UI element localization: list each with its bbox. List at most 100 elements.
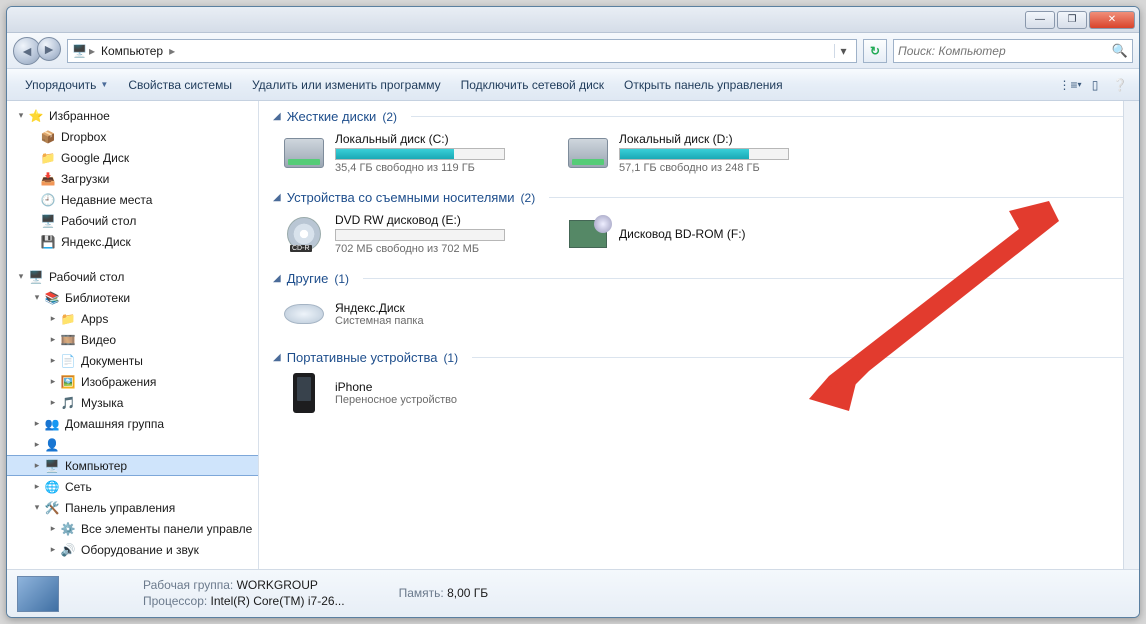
homegroup-node[interactable]: ▸👥Домашняя группа — [7, 413, 258, 434]
sidebar-item-documents[interactable]: ▸📄Документы — [7, 350, 258, 371]
collapse-icon[interactable]: ▾ — [31, 292, 43, 303]
sidebar-item-dropbox[interactable]: 📦Dropbox — [7, 126, 258, 147]
titlebar: — ❐ ✕ — [7, 7, 1139, 33]
view-options-icon[interactable]: ⋮≡▾ — [1059, 74, 1081, 96]
collapse-icon: ◢ — [273, 352, 281, 363]
user-icon: 👤 — [43, 437, 61, 453]
details-pane: Рабочая группа: WORKGROUP Процессор: Int… — [7, 569, 1139, 617]
collapse-icon[interactable]: ▾ — [15, 110, 27, 121]
forward-button[interactable]: ► — [37, 37, 61, 61]
collapse-icon[interactable]: ▾ — [15, 271, 27, 282]
search-icon: 🔍 — [1112, 43, 1128, 59]
group-header-portable[interactable]: ◢ Портативные устройства (1) — [273, 350, 1125, 365]
organize-menu[interactable]: Упорядочить▼ — [15, 74, 118, 96]
breadcrumb-sep: ▸ — [87, 44, 97, 58]
minimize-button[interactable]: — — [1025, 11, 1055, 29]
desktop-icon: 🖥️ — [27, 269, 45, 285]
preview-pane-icon[interactable]: ▯ — [1084, 74, 1106, 96]
capacity-bar — [335, 229, 505, 241]
uninstall-change-program[interactable]: Удалить или изменить программу — [242, 74, 451, 96]
body: ▾ ⭐ Избранное 📦Dropbox 📁Google Диск 📥Заг… — [7, 101, 1139, 569]
close-button[interactable]: ✕ — [1089, 11, 1135, 29]
group-other: ◢ Другие (1) Яндекс.Диск Системная папка — [273, 271, 1125, 336]
capacity-bar — [335, 148, 505, 160]
navbar: ◄ ► 🖥️ ▸ Компьютер ▸ ▾ ↻ 🔍 — [7, 33, 1139, 69]
group-portable: ◢ Портативные устройства (1) iPhone Пере… — [273, 350, 1125, 415]
breadcrumb-sep: ▸ — [167, 44, 177, 58]
breadcrumb-root[interactable]: Компьютер — [97, 44, 167, 58]
search-input[interactable] — [898, 44, 1112, 58]
cd-icon: CD-R — [287, 217, 321, 251]
group-removable: ◢ Устройства со съемными носителями (2) … — [273, 190, 1125, 257]
hdd-icon — [568, 138, 608, 168]
cp-hardware-sound[interactable]: ▸🔊Оборудование и звук — [7, 539, 258, 560]
capacity-bar — [619, 148, 789, 160]
star-icon: ⭐ — [27, 108, 45, 124]
sidebar-item-downloads[interactable]: 📥Загрузки — [7, 168, 258, 189]
group-header-removable[interactable]: ◢ Устройства со съемными носителями (2) — [273, 190, 1125, 205]
group-hard-drives: ◢ Жесткие диски (2) Локальный диск (C:) … — [273, 109, 1125, 176]
address-dropdown[interactable]: ▾ — [834, 44, 852, 58]
drive-d[interactable]: Локальный диск (D:) 57,1 ГБ свободно из … — [565, 130, 825, 176]
drive-f-bdrom[interactable]: Дисковод BD-ROM (F:) — [565, 211, 825, 257]
desktop-icon: 🖥️ — [39, 213, 57, 229]
network-node[interactable]: ▸🌐Сеть — [7, 476, 258, 497]
favorites-node[interactable]: ▾ ⭐ Избранное — [7, 105, 258, 126]
computer-icon: 🖥️ — [72, 44, 87, 58]
drive-c[interactable]: Локальный диск (C:) 35,4 ГБ свободно из … — [281, 130, 541, 176]
sidebar-item-music[interactable]: ▸🎵Музыка — [7, 392, 258, 413]
sidebar-item-pictures[interactable]: ▸🖼️Изображения — [7, 371, 258, 392]
hardware-icon: 🔊 — [59, 542, 77, 558]
computer-large-icon — [17, 576, 59, 612]
explorer-window: — ❐ ✕ ◄ ► 🖥️ ▸ Компьютер ▸ ▾ ↻ 🔍 Упорядо… — [6, 6, 1140, 618]
sidebar-item-video[interactable]: ▸🎞️Видео — [7, 329, 258, 350]
navigation-pane: ▾ ⭐ Избранное 📦Dropbox 📁Google Диск 📥Заг… — [7, 101, 259, 569]
libraries-icon: 📚 — [43, 290, 61, 306]
hdd-icon — [284, 138, 324, 168]
desktop-node[interactable]: ▾ 🖥️ Рабочий стол — [7, 266, 258, 287]
group-header-other[interactable]: ◢ Другие (1) — [273, 271, 1125, 286]
item-iphone[interactable]: iPhone Переносное устройство — [281, 371, 541, 415]
sidebar-item-yandex-disk[interactable]: 💾Яндекс.Диск — [7, 231, 258, 252]
item-yandex-disk[interactable]: Яндекс.Диск Системная папка — [281, 292, 541, 336]
sidebar-item-apps[interactable]: ▸📁Apps — [7, 308, 258, 329]
map-network-drive[interactable]: Подключить сетевой диск — [451, 74, 614, 96]
scrollbar[interactable] — [1123, 101, 1139, 569]
downloads-icon: 📥 — [39, 171, 57, 187]
control-panel-node[interactable]: ▾🛠️Панель управления — [7, 497, 258, 518]
collapse-icon: ◢ — [273, 192, 281, 203]
group-header-hdd[interactable]: ◢ Жесткие диски (2) — [273, 109, 1125, 124]
collapse-icon: ◢ — [273, 273, 281, 284]
computer-icon: 🖥️ — [43, 458, 61, 474]
system-properties[interactable]: Свойства системы — [118, 74, 242, 96]
documents-icon: 📄 — [59, 353, 77, 369]
bd-icon — [569, 220, 607, 248]
network-icon: 🌐 — [43, 479, 61, 495]
yadisk-icon: 💾 — [39, 234, 57, 250]
search-box[interactable]: 🔍 — [893, 39, 1133, 63]
drive-e-dvd[interactable]: CD-R DVD RW дисковод (E:) 702 МБ свободн… — [281, 211, 541, 257]
user-node[interactable]: ▸👤 — [7, 434, 258, 455]
open-control-panel[interactable]: Открыть панель управления — [614, 74, 793, 96]
address-bar[interactable]: 🖥️ ▸ Компьютер ▸ ▾ — [67, 39, 857, 63]
help-icon[interactable]: ❔ — [1109, 74, 1131, 96]
libraries-node[interactable]: ▾ 📚 Библиотеки — [7, 287, 258, 308]
gdrive-icon: 📁 — [39, 150, 57, 166]
sidebar-item-recent[interactable]: 🕘Недавние места — [7, 189, 258, 210]
music-icon: 🎵 — [59, 395, 77, 411]
video-icon: 🎞️ — [59, 332, 77, 348]
homegroup-icon: 👥 — [43, 416, 61, 432]
recent-icon: 🕘 — [39, 192, 57, 208]
phone-icon — [293, 373, 315, 413]
dropbox-icon: 📦 — [39, 129, 57, 145]
collapse-icon: ◢ — [273, 111, 281, 122]
pictures-icon: 🖼️ — [59, 374, 77, 390]
toolbar: Упорядочить▼ Свойства системы Удалить ил… — [7, 69, 1139, 101]
refresh-button[interactable]: ↻ — [863, 39, 887, 63]
cp-all-items[interactable]: ▸⚙️Все элементы панели управле — [7, 518, 258, 539]
control-panel-icon: 🛠️ — [43, 500, 61, 516]
sidebar-item-desktop-fav[interactable]: 🖥️Рабочий стол — [7, 210, 258, 231]
computer-node[interactable]: ▸🖥️Компьютер — [7, 455, 258, 476]
maximize-button[interactable]: ❐ — [1057, 11, 1087, 29]
sidebar-item-google-drive[interactable]: 📁Google Диск — [7, 147, 258, 168]
